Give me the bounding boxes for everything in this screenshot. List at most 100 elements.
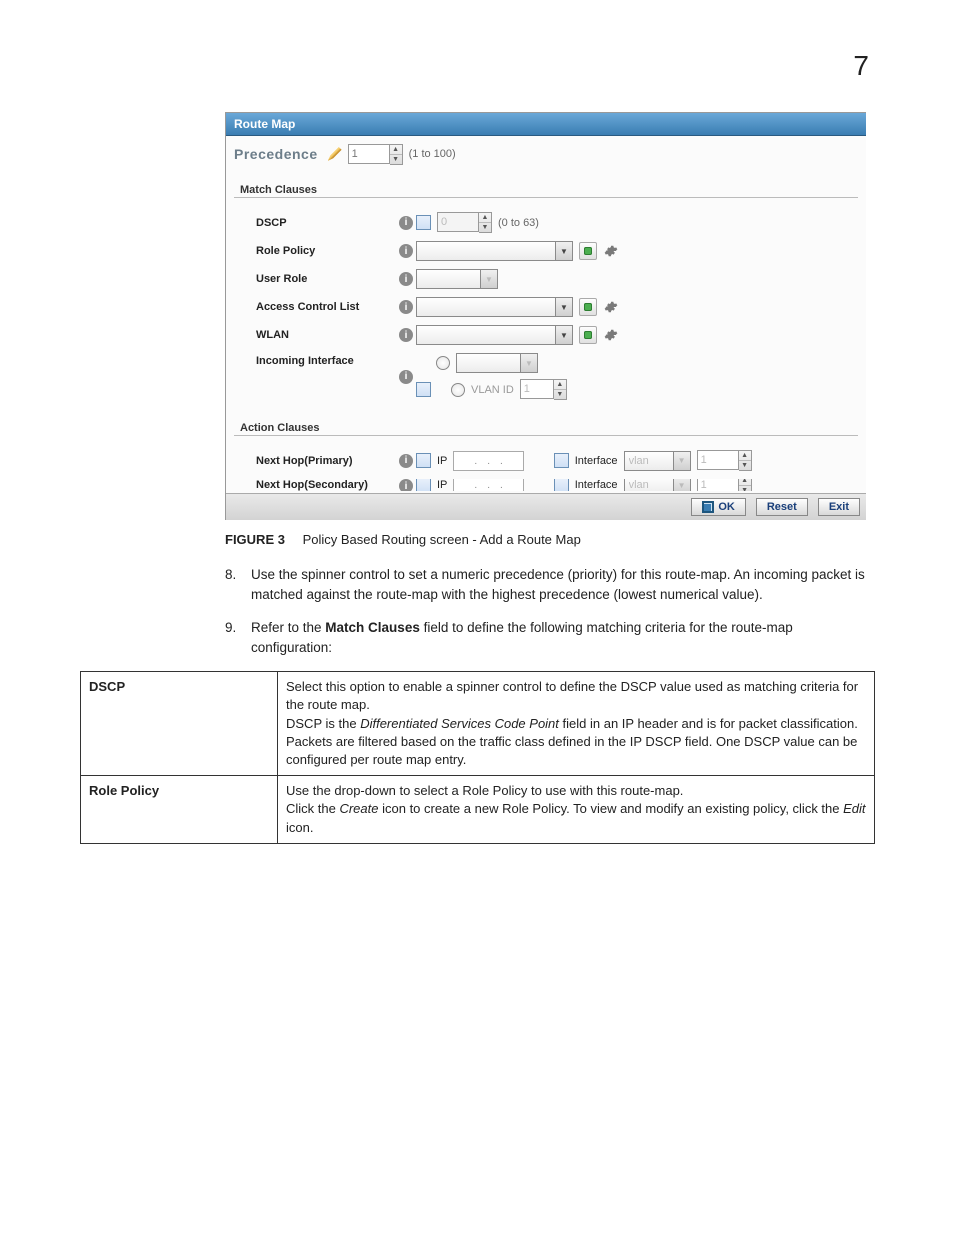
spinner-up-icon[interactable]: ▲ [554, 380, 566, 390]
primary-interface-label: Interface [575, 455, 618, 467]
info-icon[interactable]: i [399, 244, 413, 258]
dscp-checkbox[interactable] [416, 215, 431, 230]
primary-interface-value-spinner[interactable]: ▲▼ [697, 450, 752, 471]
primary-ip-checkbox[interactable] [416, 453, 431, 468]
spinner-down-icon[interactable]: ▼ [554, 390, 566, 399]
reset-button[interactable]: Reset [756, 498, 808, 516]
role-policy-dropdown[interactable]: ▼ [416, 241, 573, 261]
table-cell-dscp-desc: Select this option to enable a spinner c… [278, 672, 875, 776]
acl-label: Access Control List [256, 301, 396, 313]
chevron-down-icon[interactable]: ▼ [555, 241, 573, 261]
panel-title: Route Map [226, 113, 866, 136]
panel-body: Precedence ▲▼ (1 to 100) Match Clauses D… [226, 136, 866, 493]
incoming-interface-radio-b[interactable] [451, 383, 465, 397]
incoming-interface-dropdown[interactable]: ▼ [456, 353, 538, 373]
info-icon[interactable]: i [399, 370, 413, 384]
primary-interface-checkbox[interactable] [554, 453, 569, 468]
table-cell-rolepolicy-desc: Use the drop-down to select a Role Polic… [278, 776, 875, 844]
precedence-input[interactable] [348, 144, 390, 164]
step-8-text: Use the spinner control to set a numeric… [251, 565, 869, 604]
secondary-ip-checkbox[interactable] [416, 479, 431, 491]
secondary-interface-checkbox[interactable] [554, 479, 569, 491]
secondary-ip-input[interactable]: ... [453, 479, 523, 491]
incoming-interface-checkbox[interactable] [416, 382, 431, 397]
chevron-down-icon[interactable]: ▼ [520, 353, 538, 373]
vlan-id-input[interactable] [520, 379, 554, 399]
spinner-up-icon[interactable]: ▲ [739, 451, 751, 461]
create-icon[interactable] [579, 326, 597, 344]
spinner-down-icon[interactable]: ▼ [739, 486, 751, 492]
secondary-interface-value-spinner[interactable]: ▲▼ [697, 479, 752, 491]
primary-ip-label: IP [437, 455, 447, 467]
spinner-down-icon[interactable]: ▼ [739, 461, 751, 470]
spinner-down-icon[interactable]: ▼ [390, 155, 402, 164]
create-icon[interactable] [579, 242, 597, 260]
primary-interface-type-dropdown[interactable]: ▼ [624, 451, 691, 471]
chevron-down-icon[interactable]: ▼ [555, 325, 573, 345]
user-role-label: User Role [256, 273, 396, 285]
dscp-spinner[interactable]: ▲▼ [437, 212, 492, 233]
info-icon[interactable]: i [399, 272, 413, 286]
secondary-ip-label: IP [437, 479, 447, 491]
precedence-spinner[interactable]: ▲▼ [348, 144, 403, 165]
ok-button[interactable]: OK [691, 498, 746, 516]
user-role-dropdown[interactable]: ▼ [416, 269, 498, 289]
step-8-number: 8. [225, 565, 251, 604]
next-hop-primary-label: Next Hop(Primary) [256, 455, 396, 467]
figure-caption: FIGURE 3 Policy Based Routing screen - A… [225, 532, 869, 547]
table-row: DSCP Select this option to enable a spin… [81, 672, 875, 776]
secondary-interface-type-dropdown[interactable]: ▼ [624, 479, 691, 491]
chevron-down-icon[interactable]: ▼ [555, 297, 573, 317]
incoming-interface-radio-a[interactable] [436, 356, 450, 370]
gear-icon[interactable] [603, 327, 619, 343]
precedence-label: Precedence [234, 146, 318, 162]
chevron-down-icon[interactable]: ▼ [673, 451, 691, 471]
figure-caption-text: Policy Based Routing screen - Add a Rout… [303, 532, 581, 547]
info-icon[interactable]: i [399, 479, 413, 491]
info-icon[interactable]: i [399, 300, 413, 314]
primary-interface-value-input[interactable] [697, 450, 739, 470]
chevron-down-icon[interactable]: ▼ [480, 269, 498, 289]
info-icon[interactable]: i [399, 328, 413, 342]
match-clauses-table: DSCP Select this option to enable a spin… [80, 671, 875, 844]
gear-icon[interactable] [603, 243, 619, 259]
step-9: 9. Refer to the Match Clauses field to d… [225, 618, 869, 657]
match-clauses-header: Match Clauses [234, 172, 858, 198]
table-cell-rolepolicy-name: Role Policy [81, 776, 278, 844]
dscp-input[interactable] [437, 212, 479, 232]
spinner-down-icon[interactable]: ▼ [479, 223, 491, 232]
page-number: 7 [80, 50, 874, 82]
next-hop-secondary-label: Next Hop(Secondary) [256, 479, 396, 491]
acl-dropdown[interactable]: ▼ [416, 297, 573, 317]
secondary-interface-label: Interface [575, 479, 618, 491]
step-9-number: 9. [225, 618, 251, 657]
wlan-label: WLAN [256, 329, 396, 341]
primary-ip-input[interactable]: ... [453, 451, 523, 471]
dscp-range: (0 to 63) [498, 217, 539, 229]
pencil-icon [328, 147, 342, 161]
create-icon[interactable] [579, 298, 597, 316]
step-8: 8. Use the spinner control to set a nume… [225, 565, 869, 604]
spinner-up-icon[interactable]: ▲ [479, 213, 491, 223]
wlan-dropdown[interactable]: ▼ [416, 325, 573, 345]
incoming-interface-label: Incoming Interface [256, 353, 396, 367]
role-policy-label: Role Policy [256, 245, 396, 257]
table-row: Role Policy Use the drop-down to select … [81, 776, 875, 844]
screenshot-route-map-dialog: Route Map Precedence ▲▼ (1 to 100) Match… [225, 112, 866, 520]
save-disk-icon [702, 501, 714, 513]
dscp-label: DSCP [256, 217, 396, 229]
info-icon[interactable]: i [399, 454, 413, 468]
precedence-range: (1 to 100) [409, 148, 456, 160]
vlan-id-label: VLAN ID [471, 384, 514, 396]
exit-button[interactable]: Exit [818, 498, 860, 516]
step-9-text: Refer to the Match Clauses field to defi… [251, 618, 869, 657]
info-icon[interactable]: i [399, 216, 413, 230]
panel-footer: OK Reset Exit [226, 493, 866, 520]
chevron-down-icon[interactable]: ▼ [673, 479, 691, 491]
secondary-interface-value-input[interactable] [697, 479, 739, 491]
vlan-id-spinner[interactable]: ▲▼ [520, 379, 567, 400]
figure-label: FIGURE 3 [225, 532, 285, 547]
gear-icon[interactable] [603, 299, 619, 315]
spinner-up-icon[interactable]: ▲ [390, 145, 402, 155]
action-clauses-header: Action Clauses [234, 410, 858, 436]
